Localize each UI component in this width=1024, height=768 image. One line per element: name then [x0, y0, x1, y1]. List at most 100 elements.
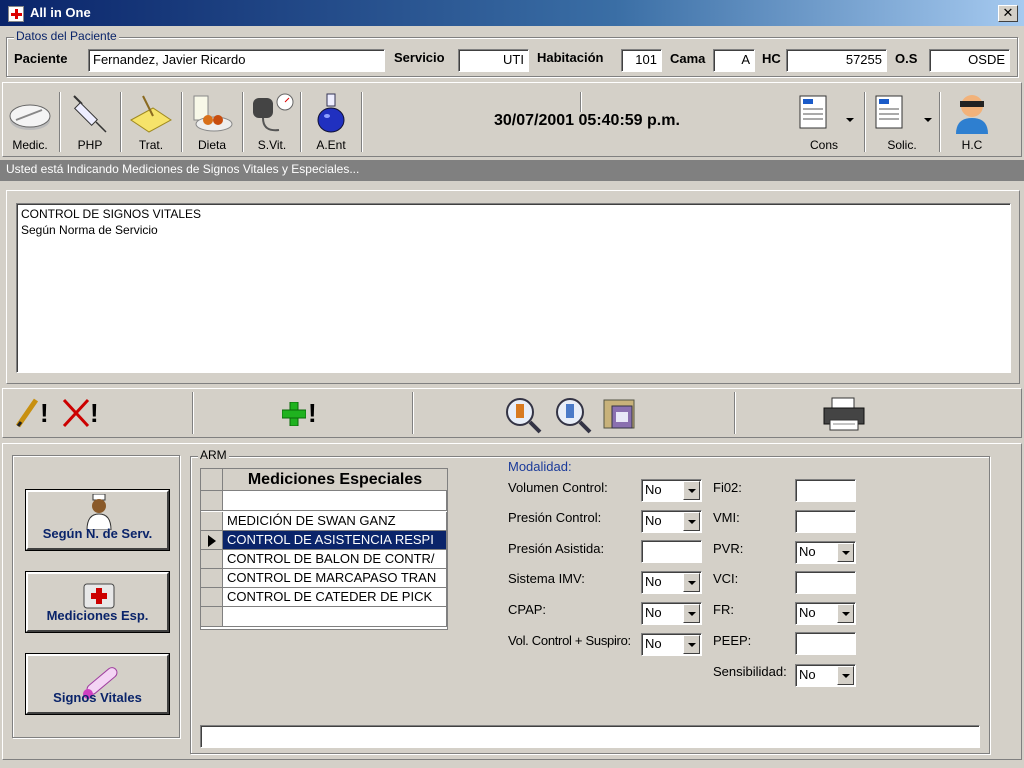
- arm-legend: ARM: [198, 448, 229, 462]
- toolbar-label-cons: Cons: [809, 138, 838, 152]
- mediciones-esp-button[interactable]: Mediciones Esp.: [26, 572, 169, 632]
- toolbar-button-hc[interactable]: H.C: [942, 84, 1002, 154]
- presion-asistida-label: Presión Asistida:: [508, 541, 605, 556]
- memo-line-1: CONTROL DE SIGNOS VITALES: [21, 207, 202, 221]
- vci-field[interactable]: [795, 571, 856, 594]
- row-pointer-icon: [208, 535, 216, 547]
- add-button[interactable]: !: [282, 398, 326, 430]
- search-info-button[interactable]: [504, 396, 544, 434]
- hc-field[interactable]: 57255: [786, 49, 887, 72]
- os-field[interactable]: OSDE: [929, 49, 1010, 72]
- delete-button[interactable]: !: [62, 396, 106, 430]
- action-separator: [192, 392, 194, 434]
- chevron-down-icon[interactable]: [683, 604, 700, 623]
- delete-bang: !: [90, 398, 99, 428]
- toolbar-label-medic: Medic.: [12, 138, 48, 152]
- grid-row[interactable]: CONTROL DE BALON DE CONTR/: [223, 550, 447, 569]
- cama-field[interactable]: A: [713, 49, 755, 72]
- segun-norma-button[interactable]: Según N. de Serv.: [26, 490, 169, 550]
- folder-button[interactable]: [602, 396, 642, 434]
- toolbar-button-solic[interactable]: Solic.: [866, 84, 938, 154]
- signos-vitales-button[interactable]: Signos Vitales: [26, 654, 169, 714]
- grid-row[interactable]: [223, 491, 447, 511]
- vol-control-suspiro-select[interactable]: No: [641, 633, 702, 656]
- vmi-label: VMI:: [713, 510, 740, 525]
- paciente-field[interactable]: Fernandez, Javier Ricardo: [88, 49, 385, 72]
- chevron-down-icon[interactable]: [683, 481, 700, 500]
- close-button[interactable]: ✕: [998, 5, 1018, 22]
- presion-asistida-field[interactable]: [641, 540, 702, 563]
- grid-row[interactable]: CONTROL DE CATEDER DE PICK: [223, 588, 447, 607]
- vol-control-suspiro-value: No: [645, 636, 662, 651]
- print-button[interactable]: [822, 396, 866, 432]
- fr-select[interactable]: No: [795, 602, 856, 625]
- toolbar-label-hc: H.C: [961, 138, 983, 152]
- chevron-down-icon: [846, 118, 854, 122]
- add-bang: !: [308, 398, 317, 428]
- hc-label: HC: [762, 51, 781, 66]
- treatment-icon: [130, 95, 172, 133]
- habitacion-label: Habitación: [537, 50, 604, 65]
- toolbar-separator: [181, 92, 183, 152]
- sistema-imv-select[interactable]: No: [641, 571, 702, 594]
- pvr-select[interactable]: No: [795, 541, 856, 564]
- toolbar-separator: [120, 92, 122, 152]
- grid-row[interactable]: [223, 607, 447, 627]
- toolbar-button-svit[interactable]: S.Vit.: [245, 84, 299, 154]
- toolbar-button-dieta[interactable]: Dieta: [184, 84, 240, 154]
- toolbar-label-php: PHP: [77, 138, 103, 152]
- servicio-field[interactable]: UTI: [458, 49, 529, 72]
- grid-row-selected[interactable]: CONTROL DE ASISTENCIA RESPI: [223, 531, 447, 550]
- toolbar-separator: [361, 92, 363, 152]
- search-info-alt-button[interactable]: [554, 396, 594, 434]
- toolbar-button-aent[interactable]: A.Ent: [303, 84, 359, 154]
- edit-button[interactable]: !: [14, 396, 54, 430]
- presion-control-value: No: [645, 513, 662, 528]
- toolbar-button-trat[interactable]: Trat.: [123, 84, 179, 154]
- chevron-down-icon[interactable]: [683, 512, 700, 531]
- grid-corner: [201, 469, 223, 491]
- toolbar-label-svit: S.Vit.: [257, 138, 287, 152]
- pvr-label: PVR:: [713, 541, 744, 556]
- toolbar-button-cons[interactable]: Cons: [786, 84, 862, 154]
- sistema-imv-label: Sistema IMV:: [508, 571, 585, 586]
- sistema-imv-value: No: [645, 574, 662, 589]
- pill-icon: [9, 104, 51, 130]
- grid-header[interactable]: Mediciones Especiales: [223, 469, 447, 491]
- datetime-display: 30/07/2001 05:40:59 p.m.: [494, 112, 680, 129]
- toolbar-button-php[interactable]: PHP: [62, 84, 118, 154]
- chevron-down-icon[interactable]: [683, 635, 700, 654]
- chevron-down-icon[interactable]: [837, 543, 854, 562]
- habitacion-field[interactable]: 101: [621, 49, 662, 72]
- signos-vitales-label: Signos Vitales: [53, 690, 142, 705]
- toolbar-separator: [300, 92, 302, 152]
- cama-label: Cama: [670, 51, 706, 66]
- printer-icon: [823, 397, 865, 431]
- grid-row[interactable]: CONTROL DE MARCAPASO TRAN: [223, 569, 447, 588]
- chevron-down-icon[interactable]: [683, 573, 700, 592]
- mediciones-especiales-grid[interactable]: Mediciones Especiales MEDICIÓN DE SWAN G…: [200, 468, 448, 630]
- doctor-avatar-icon: [956, 95, 988, 134]
- volumen-control-select[interactable]: No: [641, 479, 702, 502]
- action-separator: [734, 392, 736, 434]
- toolbar-button-medic[interactable]: Medic.: [4, 84, 56, 154]
- vmi-field[interactable]: [795, 510, 856, 533]
- cpap-label: CPAP:: [508, 602, 547, 617]
- grid-row[interactable]: MEDICIÓN DE SWAN GANZ: [223, 512, 447, 531]
- peep-field[interactable]: [795, 632, 856, 655]
- pvr-value: No: [799, 544, 816, 559]
- cpap-select[interactable]: No: [641, 602, 702, 625]
- title-bar: All in One ✕: [0, 0, 1024, 26]
- toolbar-label-dieta: Dieta: [197, 138, 226, 152]
- chevron-down-icon[interactable]: [837, 604, 854, 623]
- memo-line-2: Según Norma de Servicio: [21, 223, 158, 237]
- presion-control-select[interactable]: No: [641, 510, 702, 533]
- toolbar-label-aent: A.Ent: [316, 138, 346, 152]
- volumen-control-label: Volumen Control:: [508, 480, 608, 495]
- sensibilidad-select[interactable]: No: [795, 664, 856, 687]
- row-indicator-selected: [201, 531, 223, 550]
- indication-memo[interactable]: CONTROL DE SIGNOS VITALES Según Norma de…: [16, 203, 1011, 373]
- chevron-down-icon[interactable]: [837, 666, 854, 685]
- observations-field[interactable]: [200, 725, 980, 748]
- fio2-field[interactable]: [795, 479, 856, 502]
